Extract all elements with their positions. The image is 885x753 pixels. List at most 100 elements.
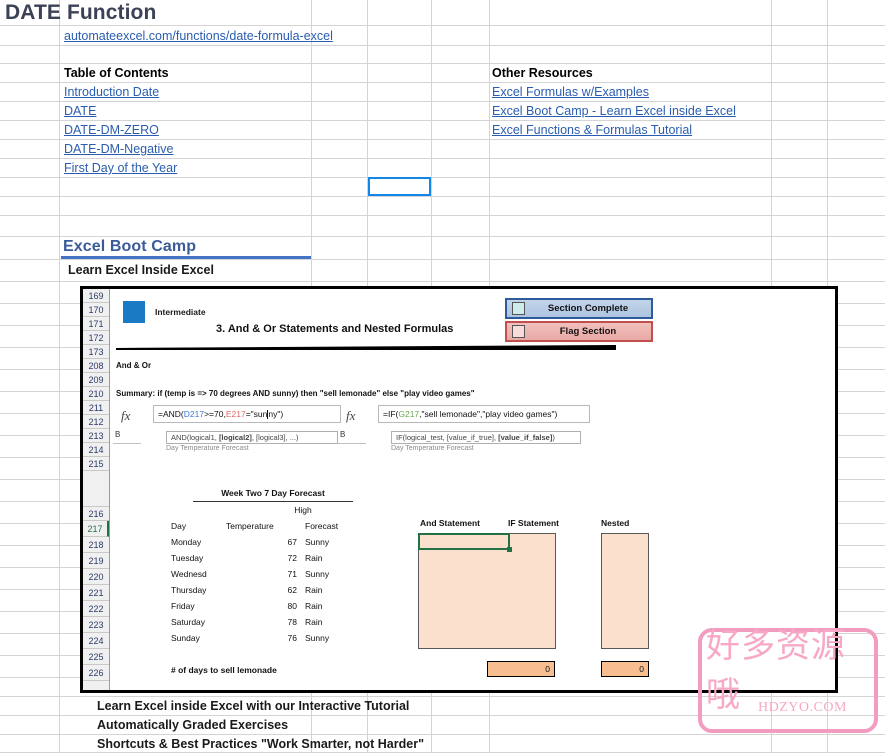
forecast-forecast-0: Sunny: [305, 537, 330, 547]
row-header-224[interactable]: 224: [83, 633, 109, 649]
row-header-217[interactable]: 217: [83, 521, 109, 537]
row-header-222[interactable]: 222: [83, 601, 109, 617]
nested-statement-header: Nested: [601, 518, 630, 528]
forecast-day-3: Thursday: [171, 585, 207, 595]
toc-link-date[interactable]: DATE: [64, 102, 96, 120]
and-if-statement-range-box[interactable]: [418, 533, 556, 649]
bullet-graded-exercises: Automatically Graded Exercises: [97, 718, 289, 732]
forecast-title: Week Two 7 Day Forecast: [221, 488, 325, 498]
if-statement-header: IF Statement: [508, 518, 560, 528]
forecast-day-2: Wednesd: [171, 569, 207, 579]
row-header-219[interactable]: 219: [83, 553, 109, 569]
active-cell-cursor[interactable]: [368, 177, 431, 196]
level-label: Intermediate: [155, 307, 206, 317]
row-header-172[interactable]: 172: [83, 331, 109, 345]
row-header-223[interactable]: 223: [83, 617, 109, 633]
forecast-day-1: Tuesday: [171, 553, 204, 563]
row-header-209[interactable]: 209: [83, 373, 109, 387]
bootcamp-heading: Excel Boot Camp: [63, 238, 197, 255]
formula-bar-if[interactable]: =IF(G217,"sell lemonade","play video gam…: [378, 405, 590, 423]
row-header-216[interactable]: 216: [83, 507, 109, 521]
embedded-lesson-screenshot[interactable]: 169 170 171 172 173 208 209 210 211 212 …: [80, 286, 838, 693]
formula-tooltip-and: AND(logical1, [logical2], [logical3], ..…: [166, 431, 338, 444]
function-fx-icon-and: fx: [121, 408, 131, 423]
flag-section-checkbox[interactable]: [512, 325, 525, 338]
nested-statement-range-box[interactable]: [601, 533, 649, 649]
gridline-v: [59, 0, 60, 753]
resource-link-formulas-examples[interactable]: Excel Formulas w/Examples: [492, 83, 649, 101]
forecast-temp-2: 71: [287, 569, 297, 579]
row-header-218[interactable]: 218: [83, 537, 109, 553]
toc-link-first-day-of-the-year[interactable]: First Day of the Year: [64, 159, 177, 177]
level-color-swatch-icon: [123, 301, 145, 323]
col-divider-and: [113, 443, 141, 444]
col-divider-if: [338, 443, 366, 444]
and-statement-header: And Statement: [420, 518, 480, 528]
gridline-h: [0, 196, 885, 197]
forecast-title-rule: [193, 501, 353, 502]
row-header-208[interactable]: 208: [83, 359, 109, 373]
row-header-220[interactable]: 220: [83, 569, 109, 585]
gridline-h: [0, 177, 885, 178]
row-header-225[interactable]: 225: [83, 649, 109, 665]
forecast-temp-6: 76: [287, 633, 297, 643]
row-header-215[interactable]: 215: [83, 457, 109, 471]
row-header-212[interactable]: 212: [83, 415, 109, 429]
title-rule-wedge: [116, 345, 616, 350]
nested-statement-total[interactable]: 0: [601, 661, 649, 677]
row-header-213[interactable]: 213: [83, 429, 109, 443]
forecast-footer-label: # of days to sell lemonade: [171, 665, 277, 675]
page-title: DATE Function: [5, 1, 157, 24]
forecast-high-label: High: [294, 505, 312, 515]
resource-link-functions-tutorial[interactable]: Excel Functions & Formulas Tutorial: [492, 121, 692, 139]
column-header-b-and: B: [115, 430, 121, 439]
row-header-171[interactable]: 171: [83, 317, 109, 331]
doc-url-link[interactable]: automateexcel.com/functions/date-formula…: [64, 26, 333, 45]
row-header-210[interactable]: 210: [83, 387, 109, 401]
forecast-temp-3: 62: [287, 585, 297, 595]
forecast-forecast-4: Rain: [305, 601, 323, 611]
summary-text: Summary: if (temp is => 70 degrees AND s…: [116, 389, 475, 398]
row-header-211[interactable]: 211: [83, 401, 109, 415]
bullet-interactive-tutorial: Learn Excel inside Excel with our Intera…: [97, 699, 410, 713]
row-header-173[interactable]: 173: [83, 345, 109, 359]
flag-section-legend[interactable]: Flag Section: [505, 321, 653, 342]
forecast-col-temp: Temperature: [226, 521, 274, 531]
forecast-col-day: Day: [171, 521, 187, 531]
forecast-forecast-5: Rain: [305, 617, 323, 627]
formula-bar-and[interactable]: =AND(D217>=70,E217="sunny"): [153, 405, 341, 423]
section-complete-legend[interactable]: Section Complete: [505, 298, 653, 319]
forecast-temp-4: 80: [287, 601, 297, 611]
spreadsheet-canvas: DATE Function automateexcel.com/function…: [0, 0, 885, 753]
section-complete-checkbox[interactable]: [512, 302, 525, 315]
bootcamp-subheading: Learn Excel Inside Excel: [68, 263, 214, 277]
toc-link-date-dm-negative[interactable]: DATE-DM-Negative: [64, 140, 174, 158]
if-statement-total[interactable]: 0: [487, 661, 555, 677]
row-header-blank[interactable]: [83, 471, 109, 507]
row-header-169[interactable]: 169: [83, 289, 109, 303]
resource-link-boot-camp[interactable]: Excel Boot Camp - Learn Excel inside Exc…: [492, 102, 736, 120]
row-header-221[interactable]: 221: [83, 585, 109, 601]
toc-link-date-dm-zero[interactable]: DATE-DM-ZERO: [64, 121, 159, 139]
toc-link-introduction-date[interactable]: Introduction Date: [64, 83, 159, 101]
selected-range-highlight[interactable]: [418, 533, 510, 550]
row-header-gutter: 169 170 171 172 173 208 209 210 211 212 …: [83, 289, 110, 690]
forecast-day-0: Monday: [171, 537, 202, 547]
forecast-forecast-1: Rain: [305, 553, 323, 563]
column-header-b-if: B: [340, 430, 346, 439]
toc-heading: Table of Contents: [64, 66, 169, 80]
forecast-temp-5: 78: [287, 617, 297, 627]
formula-and-text: =AND(D217>=70,E217="sunny"): [158, 408, 284, 420]
row-header-214[interactable]: 214: [83, 443, 109, 457]
row-header-170[interactable]: 170: [83, 303, 109, 317]
row-header-226[interactable]: 226: [83, 665, 109, 681]
formula-tooltip-if: IF(logical_test, [value_if_true], [value…: [391, 431, 581, 444]
gridline-h: [0, 45, 885, 46]
formula-if-text: =IF(G217,"sell lemonade","play video gam…: [383, 409, 558, 419]
ghost-text-if: Day Temperature Forecast: [391, 445, 474, 452]
gridline-h: [0, 101, 885, 102]
section-label: And & Or: [116, 361, 152, 370]
ghost-text-and: Day Temperature Forecast: [166, 445, 249, 452]
forecast-forecast-6: Sunny: [305, 633, 330, 643]
selection-fill-handle[interactable]: [507, 547, 512, 552]
